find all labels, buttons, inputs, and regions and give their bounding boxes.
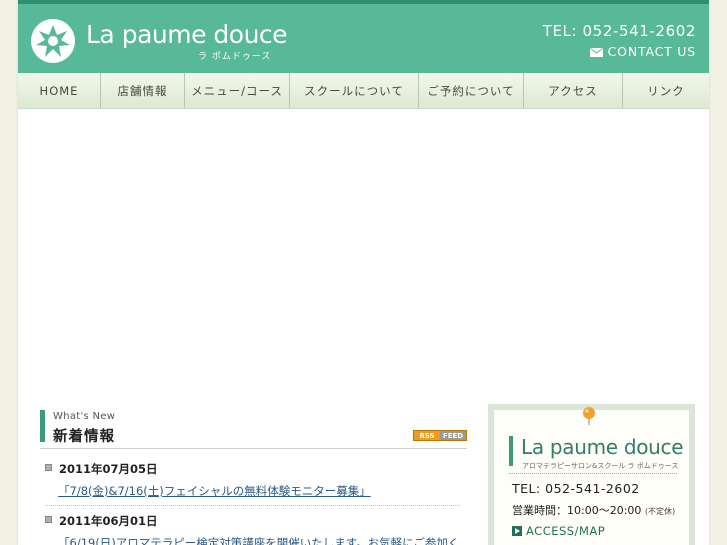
news-heading-en: What's New <box>53 411 116 422</box>
nav-item-menu-course[interactable]: メニュー/コース <box>185 73 290 108</box>
news-section-header: What's New 新着情報 RSS FEED <box>40 408 467 449</box>
shop-hours: 営業時間：10:00〜20:00 (不定休) <box>512 502 675 518</box>
access-map-label: ACCESS/MAP <box>526 524 606 538</box>
shop-hours-text: 営業時間：10:00〜20:00 <box>512 504 642 517</box>
nav-item-home[interactable]: HOME <box>18 73 101 108</box>
shop-info-card: La paume douce アロマテラピーサロン&スクール ラ ポムドゥース … <box>494 407 689 545</box>
shop-subtitle: アロマテラピーサロン&スクール ラ ポムドゥース <box>522 462 679 470</box>
shop-tel: TEL: 052-541-2602 <box>512 481 640 496</box>
news-date: 2011年07月05日 <box>45 461 460 477</box>
nav-item-access[interactable]: アクセス <box>524 73 623 108</box>
nav-item-shop-info[interactable]: 店舗情報 <box>101 73 185 108</box>
access-map-link[interactable]: ACCESS/MAP <box>512 524 605 538</box>
page-container: La paume douce ラ ポムドゥース TEL: 052-541-260… <box>18 0 709 545</box>
flower-star-logo-icon[interactable] <box>30 18 76 64</box>
contact-us-label: CONTACT US <box>607 44 696 59</box>
map-pin-icon <box>583 407 595 425</box>
contact-us-link[interactable]: CONTACT US <box>589 44 696 59</box>
news-heading-jp: 新着情報 <box>53 429 115 445</box>
arrow-right-icon <box>512 526 522 536</box>
nav-item-school[interactable]: スクールについて <box>290 73 419 108</box>
nav-item-reservation[interactable]: ご予約について <box>419 73 524 108</box>
site-header: La paume douce ラ ポムドゥース TEL: 052-541-260… <box>18 0 709 73</box>
header-tel: TEL: 052-541-2602 <box>542 22 696 40</box>
mail-icon <box>589 48 603 57</box>
news-date-text: 2011年07月05日 <box>59 462 158 476</box>
divider <box>509 473 677 474</box>
news-heading-bar <box>40 410 45 442</box>
site-logo-subtitle: ラ ポムドゥース <box>198 52 272 62</box>
nav-item-links[interactable]: リンク <box>623 73 709 108</box>
shop-info-box: La paume douce アロマテラピーサロン&スクール ラ ポムドゥース … <box>488 404 695 545</box>
rss-label: RSS <box>414 431 440 440</box>
site-logo-title[interactable]: La paume douce <box>86 20 288 49</box>
news-link[interactable]: 「6/19(日)アロマテラピー検定対策講座を開催いたします。お気軽にご参加くださ… <box>45 535 460 545</box>
shop-hours-note: (不定休) <box>644 507 676 516</box>
square-bullet-icon <box>45 516 52 523</box>
main-nav: HOME 店舗情報 メニュー/コース スクールについて ご予約について アクセス… <box>18 73 709 109</box>
news-item: 2011年07月05日 「7/8(金)&7/16(土)フェイシャルの無料体験モニ… <box>45 461 460 506</box>
news-link[interactable]: 「7/8(金)&7/16(土)フェイシャルの無料体験モニター募集」 <box>45 483 460 506</box>
square-bullet-icon <box>45 464 52 471</box>
shop-title-bar <box>509 436 513 466</box>
shop-title: La paume douce <box>521 435 684 459</box>
news-date-text: 2011年06月01日 <box>59 514 158 528</box>
news-item: 2011年06月01日 「6/19(日)アロマテラピー検定対策講座を開催いたしま… <box>45 513 460 545</box>
feed-label: FEED <box>440 431 466 440</box>
rss-feed-button[interactable]: RSS FEED <box>413 430 467 441</box>
news-date: 2011年06月01日 <box>45 513 460 529</box>
